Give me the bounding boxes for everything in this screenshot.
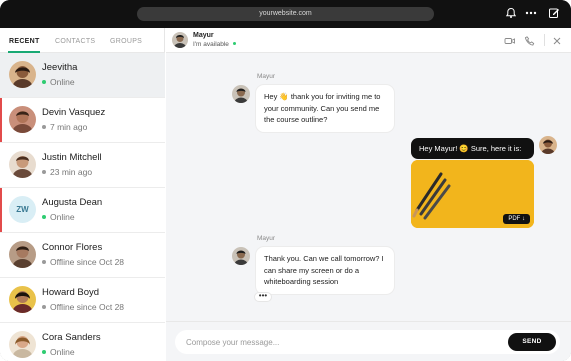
bell-icon[interactable] — [504, 6, 518, 20]
download-icon: ↓ — [522, 216, 525, 222]
contact-name: Devin Vasquez — [42, 107, 106, 118]
tab-recent[interactable]: RECENT — [9, 38, 40, 45]
contact-name: Connor Flores — [42, 242, 103, 253]
contact-status: Offline since Oct 28 — [42, 302, 124, 312]
message-bubble-incoming: Thank you. Can we call tomorrow? I can s… — [255, 246, 395, 295]
contact-item-devin-vasquez[interactable]: Devin Vasquez 7 min ago — [0, 98, 165, 143]
contact-item-cora-sanders[interactable]: Cora Sanders Online — [0, 323, 165, 361]
header-divider — [544, 34, 545, 46]
contact-item-howard-boyd[interactable]: Howard Boyd Offline since Oct 28 — [0, 278, 165, 323]
close-icon[interactable] — [551, 34, 563, 46]
status-text: 23 min ago — [50, 167, 93, 177]
avatar — [232, 85, 250, 103]
address-bar[interactable]: yourwebsite.com — [137, 7, 434, 21]
status-dot — [42, 79, 46, 84]
image-attachment[interactable]: PDF ↓ — [411, 160, 534, 228]
chat-panel: Mayur I'm available Mayur Hey 👋 thank yo… — [166, 28, 571, 361]
contact-item-connor-flores[interactable]: Connor Flores Offline since Oct 28 — [0, 233, 165, 278]
status-text: I'm available — [193, 41, 229, 48]
status-dot — [42, 304, 46, 309]
message-composer: SEND — [166, 321, 571, 361]
app-window: yourwebsite.com RECENT CONTACTS GROUPS J… — [0, 0, 571, 361]
contact-item-augusta-dean[interactable]: ZW Augusta Dean Online — [0, 188, 165, 233]
contact-status: Online — [42, 77, 75, 87]
typing-indicator: ••• — [254, 292, 272, 302]
more-icon[interactable] — [524, 6, 538, 20]
compose-icon[interactable] — [547, 6, 561, 20]
avatar-initials: ZW — [9, 196, 36, 223]
status-dot — [42, 214, 46, 219]
chat-contact-name: Mayur — [193, 32, 214, 39]
contact-name: Jeevitha — [42, 62, 78, 73]
pdf-download-chip[interactable]: PDF ↓ — [503, 214, 530, 224]
message-sender: Mayur — [257, 235, 276, 242]
message-bubble-incoming: Hey 👋 thank you for inviting me to your … — [255, 84, 395, 133]
contact-status: 7 min ago — [42, 122, 87, 132]
chat-header: Mayur I'm available — [166, 28, 571, 53]
avatar — [9, 241, 36, 268]
avatar — [9, 331, 36, 358]
pdf-label: PDF — [508, 216, 521, 222]
messenger-app: RECENT CONTACTS GROUPS Jeevitha Online D… — [0, 28, 571, 361]
avatar — [539, 136, 557, 154]
avatar — [9, 286, 36, 313]
message-bubble-outgoing: Hey Mayur! 😊 Sure, here it is: — [411, 138, 534, 159]
status-dot — [42, 124, 46, 129]
contact-status: Online — [42, 347, 75, 357]
contact-status: 23 min ago — [42, 167, 92, 177]
contact-item-justin-mitchell[interactable]: Justin Mitchell 23 min ago — [0, 143, 165, 188]
status-text: 7 min ago — [50, 122, 88, 132]
status-text: Offline since Oct 28 — [50, 257, 125, 267]
avatar — [232, 247, 250, 265]
video-call-icon[interactable] — [504, 34, 516, 46]
tab-groups[interactable]: GROUPS — [110, 38, 142, 45]
contact-status: Offline since Oct 28 — [42, 257, 124, 267]
status-dot — [232, 41, 236, 45]
status-dot — [42, 169, 46, 174]
avatar — [9, 61, 36, 88]
message-input[interactable] — [186, 330, 486, 354]
chat-contact-status: I'm available — [193, 41, 240, 48]
send-button[interactable]: SEND — [508, 333, 556, 351]
status-text: Online — [50, 347, 75, 357]
status-text: Online — [50, 77, 75, 87]
contact-item-jeevitha[interactable]: Jeevitha Online — [0, 53, 165, 98]
conversation-sidebar: RECENT CONTACTS GROUPS Jeevitha Online D… — [0, 28, 165, 361]
avatar[interactable] — [172, 32, 188, 48]
contact-name: Justin Mitchell — [42, 152, 102, 163]
status-dot — [42, 259, 46, 264]
message-sender: Mayur — [257, 73, 276, 80]
phone-icon[interactable] — [524, 34, 536, 46]
contact-name: Augusta Dean — [42, 197, 103, 208]
tab-contacts[interactable]: CONTACTS — [55, 38, 95, 45]
sidebar-tabs: RECENT CONTACTS GROUPS — [0, 28, 165, 53]
avatar — [9, 151, 36, 178]
contact-status: Online — [42, 212, 75, 222]
status-dot — [42, 349, 46, 354]
browser-top-bar: yourwebsite.com — [0, 0, 571, 28]
contact-name: Cora Sanders — [42, 332, 101, 343]
avatar — [9, 106, 36, 133]
compose-box: SEND — [175, 330, 560, 354]
status-text: Online — [50, 212, 75, 222]
status-text: Offline since Oct 28 — [50, 302, 125, 312]
contact-name: Howard Boyd — [42, 287, 100, 298]
